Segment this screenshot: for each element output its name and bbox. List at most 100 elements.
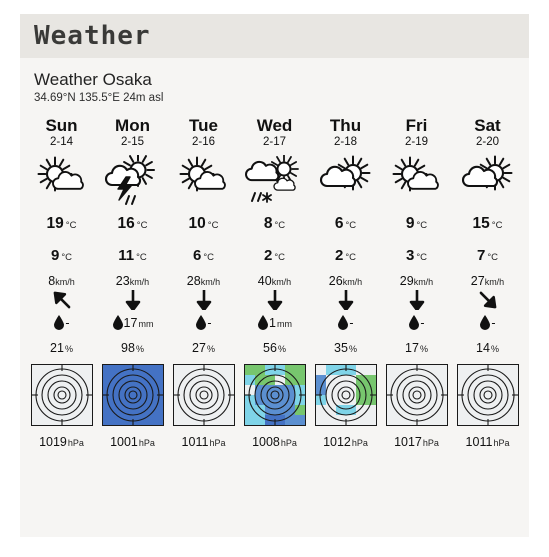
temp-max-sun: 19 °C [46,215,77,232]
day-name-tue: Tue [189,116,218,135]
probability-tue: 27% [192,341,215,355]
cloud-sun-icon [310,153,381,209]
sleet-cloud-sun-icon [239,153,310,209]
day-date-tue: 2-16 [191,136,216,148]
pressure-value-thu: 1012hPa [323,435,368,449]
wind-speed-mon: 23km/h [115,274,150,288]
temp-max-tue: 10 °C [188,215,219,232]
pressure-map-thu [310,360,381,430]
pressure-map-mon [97,360,168,430]
pressure-value-fri: 1017hPa [394,435,439,449]
row-precipitation: - 17mm - 1mm - - - [26,310,523,336]
weather-panel: Weather Weather Osaka 34.69°N 135.5°E 24… [20,14,529,537]
window-titlebar: Weather [20,14,529,58]
wind-speed-sat: 27km/h [470,274,505,288]
temp-min-tue: 6 °C [192,247,214,264]
pressure-map-sun [26,360,97,430]
temp-max-wed: 8 °C [263,215,286,232]
pressure-map-sat [452,360,523,430]
wind-speed-wed: 40km/h [257,274,292,288]
pressure-value-mon: 1001hPa [110,435,155,449]
pressure-value-tue: 1011hPa [181,435,226,449]
wind-speed-sun: 8km/h [48,274,75,288]
temp-min-sun: 9 °C [50,247,72,264]
row-weather-icons [26,153,523,209]
pressure-value-sun: 1019hPa [39,435,84,449]
probability-mon: 98% [121,341,144,355]
temp-max-sat: 15 °C [472,215,503,232]
pressure-map-tile [385,364,448,426]
day-date-sat: 2-20 [475,136,500,148]
pressure-map-tile [101,364,164,426]
day-name-fri: Fri [405,116,428,135]
row-probability: 21% 98% 27% 56% 35% 17% 14% [26,336,523,360]
temp-max-fri: 9 °C [405,215,428,232]
pressure-value-wed: 1008hPa [252,435,297,449]
row-pressure-maps [26,360,523,430]
day-date-sun: 2-14 [49,136,74,148]
day-name-wed: Wed [256,116,293,135]
pressure-map-tile [243,364,306,426]
thunderstorm-icon [97,153,168,209]
wind-direction-arrow-icon [310,290,381,310]
precipitation-sat: - [452,310,523,336]
precipitation-sun: - [26,310,97,336]
page-title: Weather [34,21,151,51]
pressure-map-tile [30,364,93,426]
probability-sun: 21% [50,341,73,355]
pressure-map-fri [381,360,452,430]
wind-speed-tue: 28km/h [186,274,221,288]
wind-direction-arrow-icon [239,290,310,310]
precipitation-wed: 1mm [239,310,310,336]
probability-sat: 14% [476,341,499,355]
probability-thu: 35% [334,341,357,355]
precipitation-fri: - [381,310,452,336]
row-temp-max: 19 °C 16 °C 10 °C 8 °C 6 °C 9 °C 15 °C [26,209,523,241]
temp-max-mon: 16 °C [117,215,148,232]
wind-direction-arrow-icon [97,290,168,310]
temp-min-mon: 11 °C [118,247,147,264]
precipitation-tue: - [168,310,239,336]
cloud-sun-icon [452,153,523,209]
forecast-table: Sun Mon Tue Wed Thu Fri Sat 2-14 2-15 2-16 2-17 2-… [26,114,523,454]
wind-direction-arrow-icon [168,290,239,310]
location-block: Weather Osaka 34.69°N 135.5°E 24m asl [20,58,529,106]
pressure-map-tile [172,364,235,426]
temp-min-sat: 7 °C [476,247,498,264]
temp-min-thu: 2 °C [334,247,356,264]
row-pressure-values: 1019hPa 1001hPa 1011hPa 1008hPa 1012hPa 1017h… [26,430,523,454]
precipitation-mon: 17mm [97,310,168,336]
wind-speed-fri: 29km/h [399,274,434,288]
day-date-fri: 2-19 [404,136,429,148]
day-name-sat: Sat [474,116,501,135]
day-date-mon: 2-15 [120,136,145,148]
temp-min-wed: 2 °C [263,247,285,264]
row-day-dates: 2-14 2-15 2-16 2-17 2-18 2-19 2-20 [26,135,523,153]
wind-direction-arrow-icon [452,290,523,310]
probability-wed: 56% [263,341,286,355]
sun-cloud-icon [381,153,452,209]
precipitation-thu: - [310,310,381,336]
pressure-map-wed [239,360,310,430]
row-temp-min: 9 °C 11 °C 6 °C 2 °C 2 °C 3 °C 7 °C [26,241,523,273]
wind-direction-arrow-icon [381,290,452,310]
row-wind-speed: 8km/h 23km/h 28km/h 40km/h 26km/h 29km/h 27km/… [26,273,523,290]
temp-max-thu: 6 °C [334,215,357,232]
wind-speed-thu: 26km/h [328,274,363,288]
pressure-map-tue [168,360,239,430]
wind-direction-arrow-icon [26,290,97,310]
probability-fri: 17% [405,341,428,355]
day-date-thu: 2-18 [333,136,358,148]
sun-cloud-icon [168,153,239,209]
pressure-map-tile [314,364,377,426]
pressure-map-tile [456,364,519,426]
row-wind-direction [26,290,523,310]
day-date-wed: 2-17 [262,136,287,148]
day-name-thu: Thu [329,116,362,135]
pressure-value-sat: 1011hPa [465,435,510,449]
row-day-names: Sun Mon Tue Wed Thu Fri Sat [26,114,523,135]
location-coords: 34.69°N 135.5°E 24m asl [34,92,164,104]
location-name: Weather Osaka [34,70,152,89]
day-name-mon: Mon [115,116,150,135]
day-name-sun: Sun [45,116,78,135]
